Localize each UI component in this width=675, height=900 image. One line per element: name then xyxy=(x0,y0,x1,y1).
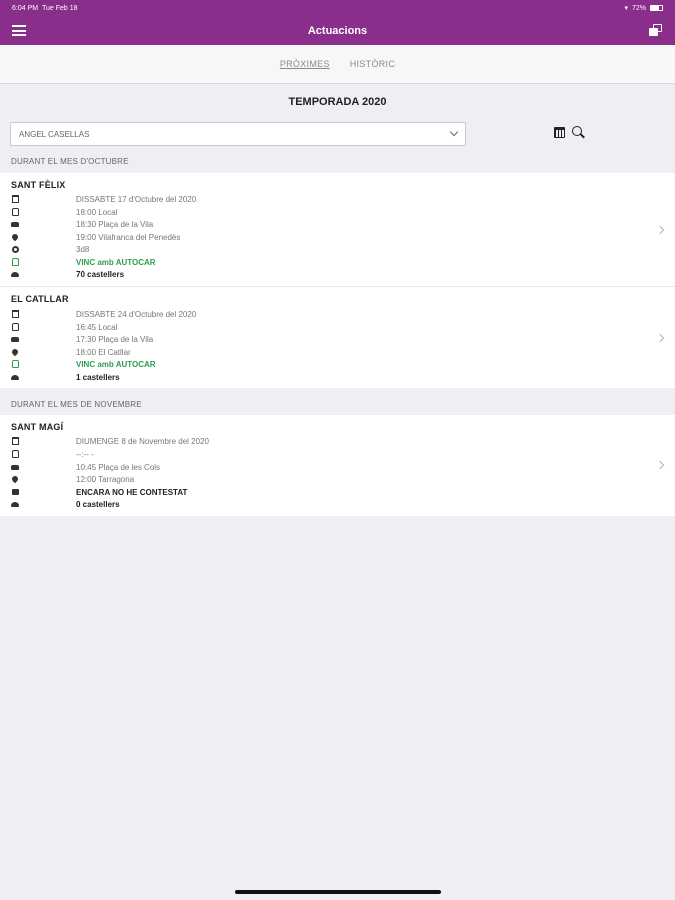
status-right: ▾ 72% xyxy=(624,4,663,12)
status-bar: 6:04 PM Tue Feb 18 ▾ 72% xyxy=(0,0,675,16)
location-pin-icon xyxy=(10,474,20,484)
section-header: DURANT EL MES D'OCTUBRE xyxy=(11,157,129,166)
event-row-location: 12:00 Tarragona xyxy=(10,473,134,485)
event-attendance: VINC amb AUTOCAR xyxy=(76,359,156,369)
users-icon xyxy=(11,500,19,508)
nav-bar: Actuacions xyxy=(0,16,675,45)
bus-icon xyxy=(11,208,19,216)
bus-icon xyxy=(11,323,19,331)
member-select[interactable]: ANGEL CASELLAS xyxy=(10,122,466,146)
event-transport: 18:30 Plaça de la Vila xyxy=(76,219,154,229)
event-card[interactable]: SANT FÈLIX DISSABTE 17 d'Octubre del 202… xyxy=(0,173,675,286)
battery-icon xyxy=(650,5,663,11)
car-icon xyxy=(11,335,19,343)
event-row-count: 0 castellers xyxy=(11,498,120,510)
event-transport: 10:45 Plaça de les Cols xyxy=(76,462,161,472)
copy-icon[interactable] xyxy=(649,24,662,36)
calendar-icon xyxy=(11,310,19,318)
calendar-icon xyxy=(11,437,19,445)
event-count: 70 castellers xyxy=(76,269,125,279)
event-row-transport: 10:45 Plaça de les Cols xyxy=(11,461,160,473)
season-title: TEMPORADA 2020 xyxy=(288,96,387,108)
users-icon xyxy=(11,270,19,278)
event-transport: 17:30 Plaça de la Vila xyxy=(76,334,154,344)
event-attendance: VINC amb AUTOCAR xyxy=(76,257,156,267)
chevron-right-icon xyxy=(655,225,665,235)
segment-tabs: PRÒXIMES HISTÒRIC xyxy=(0,45,675,84)
event-row-date: DISSABTE 24 d'Octubre del 2020 xyxy=(11,308,196,320)
gear-icon xyxy=(11,245,19,253)
chevron-right-icon xyxy=(655,333,665,343)
status-time: 6:04 PM Tue Feb 18 xyxy=(12,4,78,12)
event-count: 1 castellers xyxy=(76,372,120,382)
event-row-date: DIUMENGE 8 de Novembre del 2020 xyxy=(11,435,209,447)
event-location: 12:00 Tarragona xyxy=(76,474,135,484)
location-pin-icon xyxy=(10,347,20,357)
member-select-value: ANGEL CASELLAS xyxy=(19,129,90,139)
tab-historic[interactable]: HISTÒRIC xyxy=(350,59,395,69)
event-row-meeting: 16:45 Local xyxy=(11,321,117,333)
battery-percent: 72% xyxy=(631,4,646,12)
location-pin-icon xyxy=(10,232,20,242)
event-meeting: --:-- - xyxy=(76,449,94,459)
event-location: 18:00 El Catllar xyxy=(76,347,131,357)
event-row-meeting: --:-- - xyxy=(11,448,94,460)
event-row-count: 1 castellers xyxy=(11,371,120,383)
bus-icon xyxy=(11,360,19,368)
tab-proximes[interactable]: PRÒXIMES xyxy=(280,59,330,69)
event-row-count: 70 castellers xyxy=(11,268,124,280)
event-date: DISSABTE 24 d'Octubre del 2020 xyxy=(76,309,197,319)
event-row-meeting: 18:00 Local xyxy=(11,206,117,218)
event-date: DISSABTE 17 d'Octubre del 2020 xyxy=(76,194,197,204)
event-row-response: ENCARA NO HE CONTESTAT xyxy=(11,486,187,498)
calendar-icon xyxy=(11,195,19,203)
bus-icon xyxy=(11,450,19,458)
event-row-transport: 18:30 Plaça de la Vila xyxy=(11,218,153,230)
event-meeting: 16:45 Local xyxy=(76,322,118,332)
event-card[interactable]: SANT MAGÍ DIUMENGE 8 de Novembre del 202… xyxy=(0,415,675,516)
toolbar-icons xyxy=(554,126,585,139)
event-row-attendance: VINC amb AUTOCAR xyxy=(11,256,156,268)
event-meeting: 18:00 Local xyxy=(76,207,118,217)
event-row-transport: 17:30 Plaça de la Vila xyxy=(11,333,153,345)
event-response: ENCARA NO HE CONTESTAT xyxy=(76,487,188,497)
home-indicator[interactable] xyxy=(235,890,441,894)
event-name: SANT FÈLIX xyxy=(11,180,66,190)
event-count: 0 castellers xyxy=(76,499,120,509)
event-row-date: DISSABTE 17 d'Octubre del 2020 xyxy=(11,193,196,205)
bus-icon xyxy=(11,258,19,266)
event-row-attendance: VINC amb AUTOCAR xyxy=(11,358,156,370)
event-row-location: 19:00 Vilafranca del Penedès xyxy=(10,231,180,243)
event-location: 19:00 Vilafranca del Penedès xyxy=(76,232,181,242)
car-icon xyxy=(11,463,19,471)
event-card[interactable]: EL CATLLAR DISSABTE 24 d'Octubre del 202… xyxy=(0,287,675,388)
search-icon[interactable] xyxy=(572,126,585,139)
event-name: SANT MAGÍ xyxy=(11,422,64,432)
event-row-location: 18:00 El Catllar xyxy=(10,346,131,358)
event-castle: 3d8 xyxy=(76,244,90,254)
chevron-down-icon xyxy=(449,127,459,137)
users-icon xyxy=(11,373,19,381)
section-header: DURANT EL MES DE NOVEMBRE xyxy=(11,400,142,409)
event-name: EL CATLLAR xyxy=(11,294,69,304)
page-title: Actuacions xyxy=(307,24,368,37)
calendar-icon[interactable] xyxy=(554,127,565,138)
event-date: DIUMENGE 8 de Novembre del 2020 xyxy=(76,436,209,446)
wifi-icon: ▾ xyxy=(624,5,628,12)
chevron-right-icon xyxy=(655,460,665,470)
car-icon xyxy=(11,220,19,228)
event-row-castle: 3d8 xyxy=(11,243,89,255)
hamburger-menu-icon[interactable] xyxy=(12,25,26,36)
lock-icon xyxy=(11,488,19,496)
